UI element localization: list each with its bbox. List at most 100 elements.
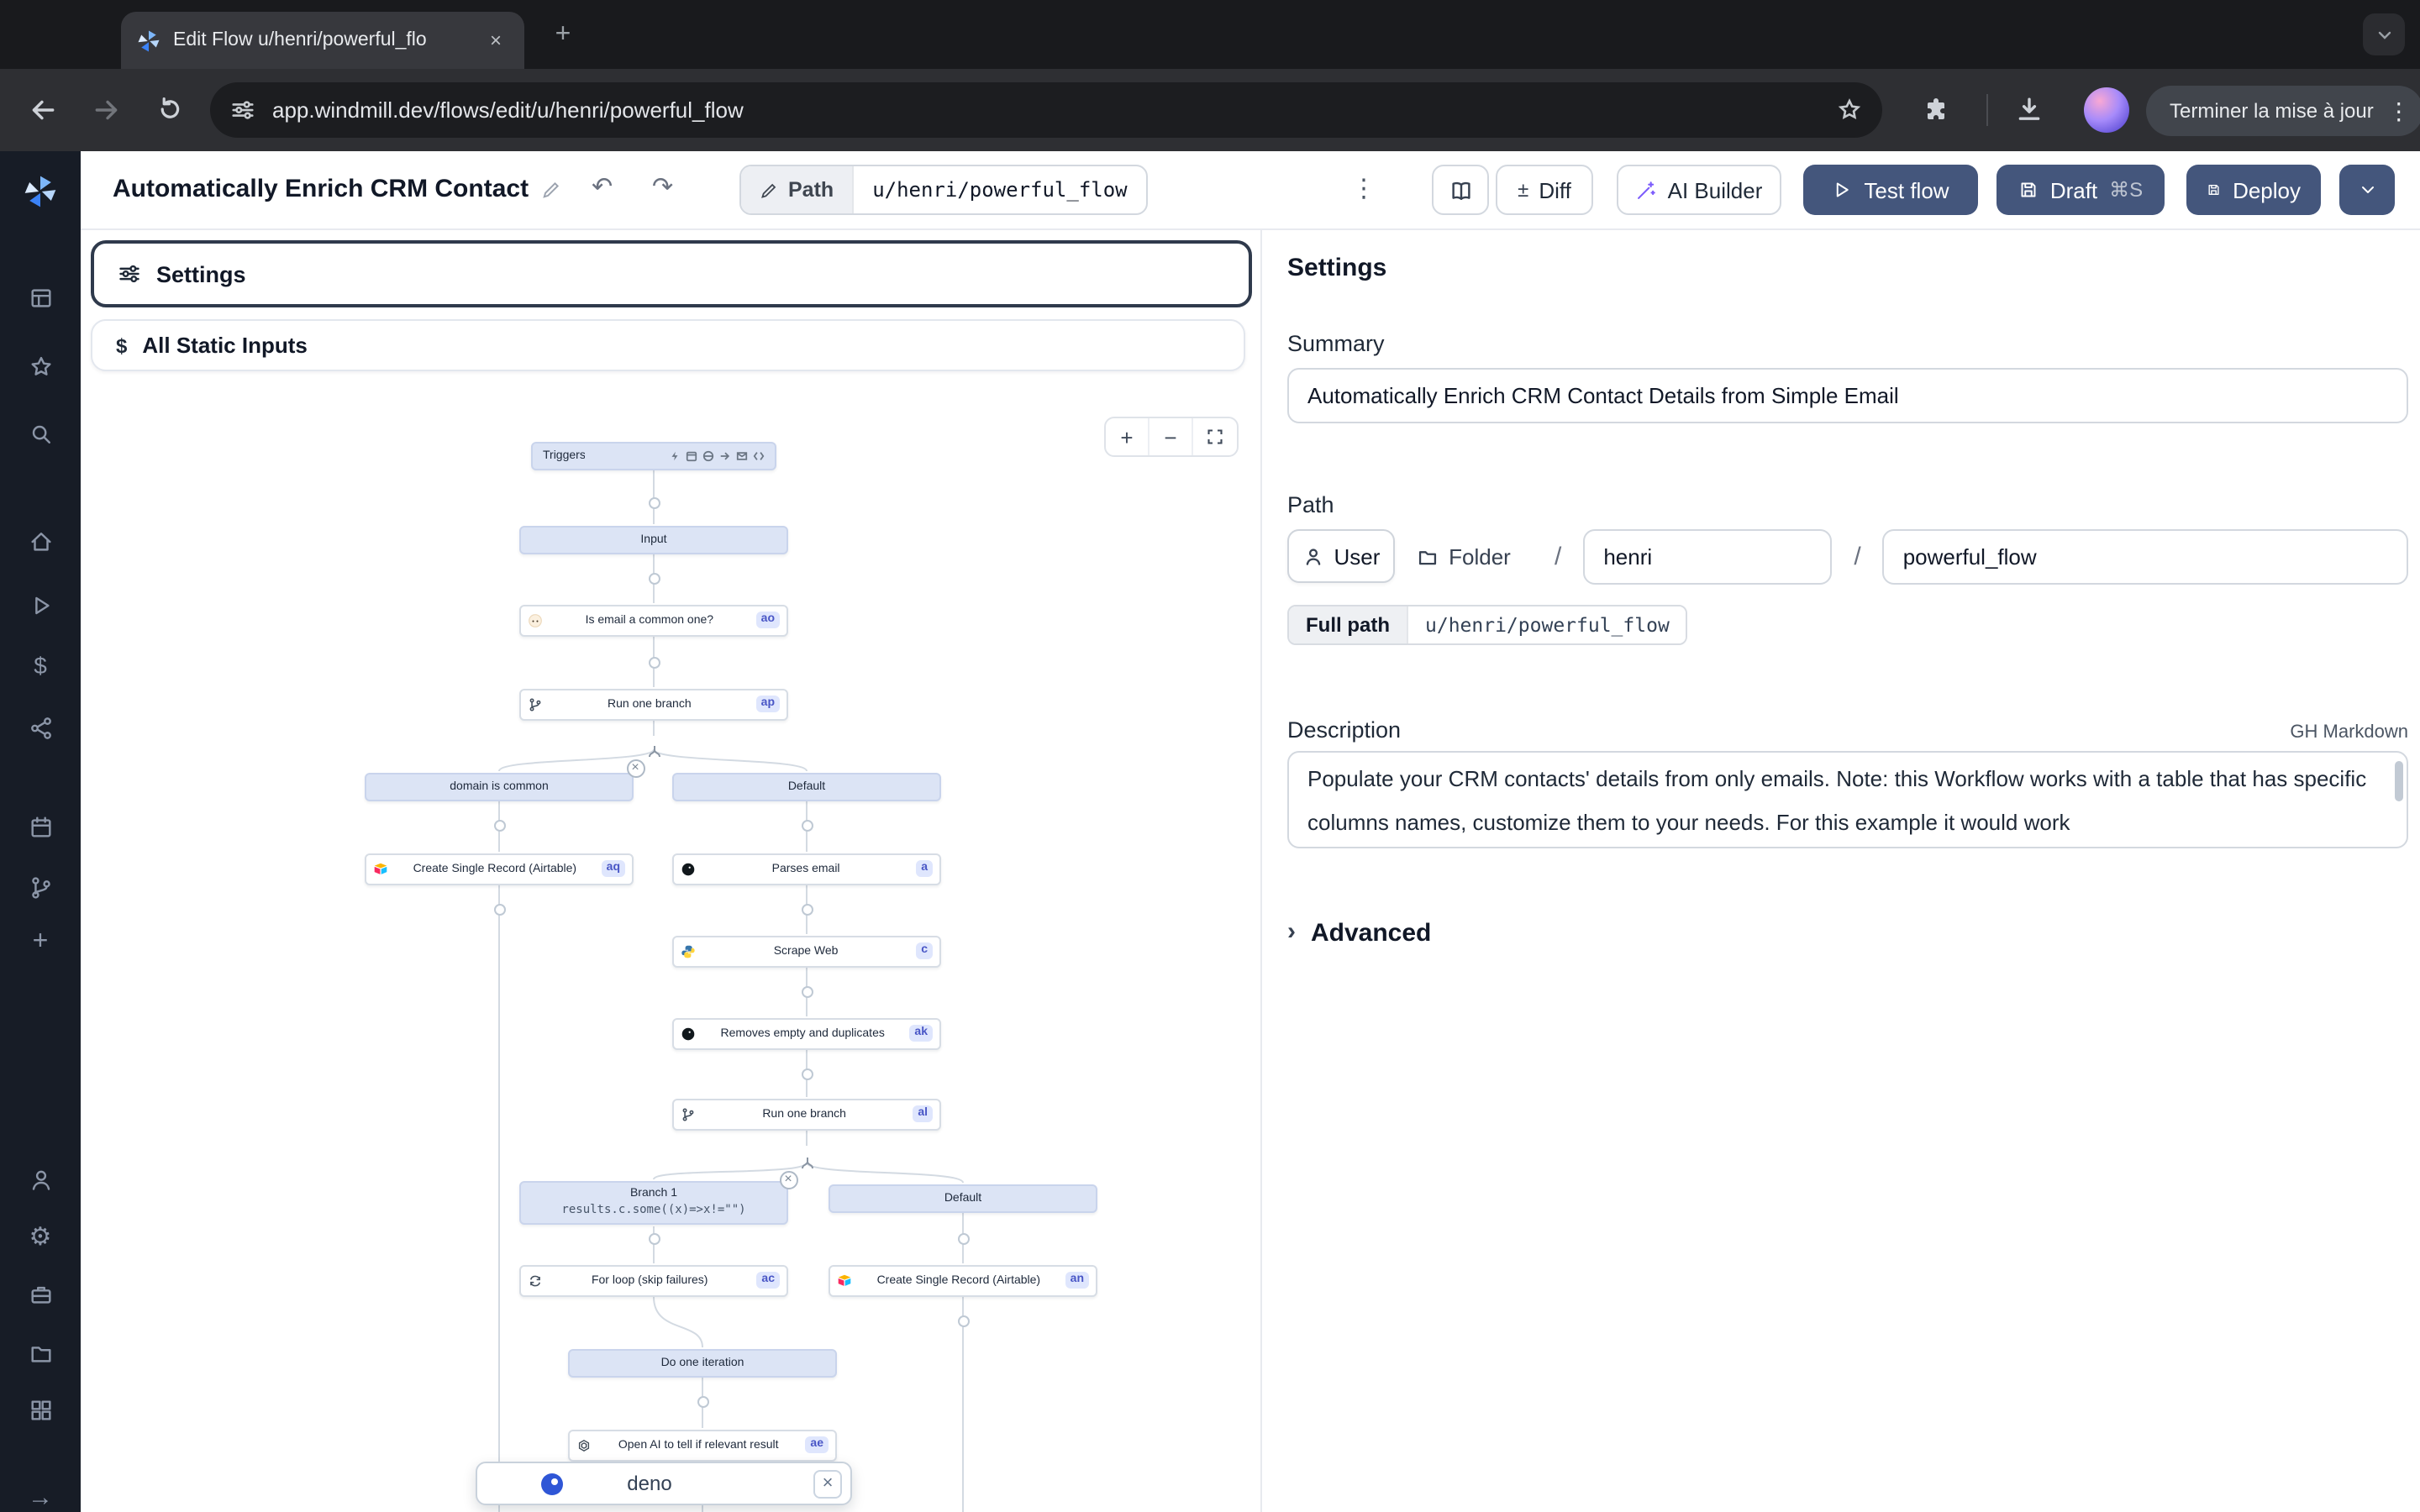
schedules-calendar-icon[interactable] xyxy=(0,815,81,840)
path-name-input[interactable] xyxy=(1883,528,2408,584)
more-options-kebab-icon[interactable]: ⋮ xyxy=(1351,173,1376,203)
path-owner-input[interactable] xyxy=(1583,528,1832,584)
flow-node[interactable]: For loop (skip failures)ac xyxy=(519,1264,788,1296)
node-id-badge: aq xyxy=(602,860,625,877)
flow-node[interactable]: Scrape Webc xyxy=(672,935,941,967)
branch-icon xyxy=(681,1106,696,1121)
remove-branch-button[interactable]: × xyxy=(626,759,644,777)
tab-strip-chevron[interactable] xyxy=(2363,13,2405,55)
connector-dot[interactable] xyxy=(648,656,660,668)
flow-node[interactable]: Input xyxy=(519,525,788,554)
browser-update-button[interactable]: Terminer la mise à jour ⋮ xyxy=(2146,86,2420,136)
flow-title[interactable]: Automatically Enrich CRM Contact xyxy=(113,175,560,203)
tooltip-close-button[interactable]: × xyxy=(813,1469,842,1498)
gear-icon[interactable]: ⚙ xyxy=(0,1225,81,1250)
folder-icon[interactable] xyxy=(0,1341,81,1366)
draft-button[interactable]: Draft ⌘S xyxy=(1996,165,2165,215)
connector-dot[interactable] xyxy=(801,985,813,997)
expand-icon xyxy=(1205,427,1225,447)
zoom-out-button[interactable]: − xyxy=(1150,418,1193,455)
flow-node[interactable]: Default xyxy=(829,1184,1097,1212)
deploy-button[interactable]: Deploy xyxy=(2186,165,2321,215)
flow-node[interactable]: Create Single Record (Airtable)an xyxy=(829,1264,1097,1296)
folder-icon xyxy=(1417,545,1439,567)
flow-node[interactable]: domain is common xyxy=(365,772,634,801)
connector-dot[interactable] xyxy=(801,819,813,831)
docs-book-button[interactable] xyxy=(1432,165,1489,215)
flow-node[interactable]: Do one iteration xyxy=(568,1348,837,1377)
deploy-dropdown-button[interactable] xyxy=(2339,165,2395,215)
connector-dot[interactable] xyxy=(801,1068,813,1079)
connector-dot[interactable] xyxy=(957,1232,969,1244)
variables-dollar-icon[interactable]: $ xyxy=(0,654,81,677)
site-settings-icon[interactable] xyxy=(230,97,255,123)
markdown-hint: GH Markdown xyxy=(2290,722,2408,743)
search-icon[interactable] xyxy=(0,422,81,447)
connector-dot[interactable] xyxy=(493,903,505,915)
connector-dot[interactable] xyxy=(648,572,660,584)
connector-dot[interactable] xyxy=(801,903,813,915)
ai-builder-button[interactable]: AI Builder xyxy=(1617,165,1781,215)
static-inputs-button[interactable]: $ All Static Inputs xyxy=(91,319,1245,371)
url-text[interactable]: app.windmill.dev/flows/edit/u/henri/powe… xyxy=(272,97,1820,123)
path-control[interactable]: Path u/henri/powerful_flow xyxy=(739,165,1148,215)
path-value[interactable]: u/henri/powerful_flow xyxy=(852,166,1145,213)
bookmark-star-icon[interactable] xyxy=(1837,97,1862,123)
extensions-puzzle-icon[interactable] xyxy=(1916,91,1953,128)
new-tab-button[interactable]: + xyxy=(544,17,581,54)
fit-view-button[interactable] xyxy=(1193,418,1237,455)
flow-node[interactable]: Default xyxy=(672,772,941,801)
owner-user-toggle[interactable]: User xyxy=(1287,529,1395,583)
flow-node[interactable]: Create Single Record (Airtable)aq xyxy=(365,853,634,885)
flow-node[interactable]: Is email a common one?ao xyxy=(519,604,788,636)
back-icon[interactable] xyxy=(24,91,60,128)
flow-node[interactable]: Parses emaila xyxy=(672,853,941,885)
connector-dot[interactable] xyxy=(957,1315,969,1326)
connector-dot[interactable] xyxy=(697,1395,708,1407)
star-icon[interactable] xyxy=(0,354,81,380)
create-plus-icon[interactable]: + xyxy=(0,929,81,956)
flow-node[interactable]: Run one branchap xyxy=(519,688,788,720)
flow-node[interactable]: Triggers xyxy=(531,441,776,470)
scrollbar-thumb[interactable] xyxy=(2395,761,2403,801)
redo-button[interactable]: ↷ xyxy=(652,171,673,202)
test-flow-button[interactable]: Test flow xyxy=(1803,165,1978,215)
bun-icon xyxy=(528,612,543,627)
home-icon[interactable] xyxy=(0,529,81,554)
resources-nodes-icon[interactable] xyxy=(0,716,81,741)
tab-close-icon[interactable]: × xyxy=(482,27,509,54)
flow-node[interactable]: Open AI to tell if relevant resultae xyxy=(568,1429,837,1461)
downloads-icon[interactable] xyxy=(2010,91,2047,128)
undo-button[interactable]: ↶ xyxy=(592,171,613,202)
play-icon xyxy=(1832,180,1852,200)
description-input[interactable]: Populate your CRM contacts' details from… xyxy=(1287,751,2408,848)
zoom-in-button[interactable]: + xyxy=(1106,418,1150,455)
apps-grid-icon[interactable] xyxy=(0,1398,81,1423)
settings-panel-button[interactable]: Settings xyxy=(91,240,1252,307)
flow-node[interactable]: Run one branchal xyxy=(672,1098,941,1130)
git-branch-icon[interactable] xyxy=(0,875,81,900)
connector-dot[interactable] xyxy=(648,1232,660,1244)
table-icon[interactable] xyxy=(0,286,81,311)
owner-folder-toggle[interactable]: Folder xyxy=(1395,529,1533,583)
advanced-toggle[interactable]: › Advanced xyxy=(1287,919,2408,948)
address-bar[interactable]: app.windmill.dev/flows/edit/u/henri/powe… xyxy=(210,82,1882,138)
flow-node[interactable]: Removes empty and duplicatesak xyxy=(672,1017,941,1049)
runs-play-icon[interactable] xyxy=(0,593,81,618)
node-label: Triggers xyxy=(543,449,586,461)
reload-icon[interactable] xyxy=(151,91,188,128)
forward-icon[interactable] xyxy=(87,91,124,128)
profile-avatar[interactable] xyxy=(2084,87,2129,133)
browser-menu-kebab-icon[interactable]: ⋮ xyxy=(2387,97,2411,125)
briefcase-icon[interactable] xyxy=(0,1282,81,1307)
connector-dot[interactable] xyxy=(648,496,660,508)
expand-sidebar-icon[interactable]: → xyxy=(0,1485,81,1510)
windmill-logo-icon[interactable] xyxy=(0,173,81,210)
diff-button[interactable]: ± Diff xyxy=(1496,165,1593,215)
browser-tab[interactable]: Edit Flow u/henri/powerful_flo × xyxy=(121,12,524,69)
summary-input[interactable] xyxy=(1287,368,2408,423)
flow-node[interactable]: Branch 1results.c.some((x)=>x!="") xyxy=(519,1181,788,1225)
user-icon[interactable] xyxy=(0,1168,81,1193)
remove-branch-button[interactable]: × xyxy=(779,1170,797,1189)
connector-dot[interactable] xyxy=(493,819,505,831)
